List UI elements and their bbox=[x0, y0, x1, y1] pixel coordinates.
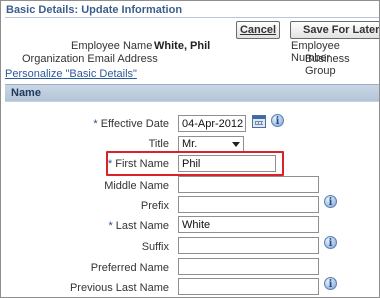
page-title: Basic Details: Update Information bbox=[6, 4, 183, 16]
required-marker: * bbox=[107, 158, 113, 170]
required-marker: * bbox=[108, 220, 113, 232]
employee-name-value: White, Phil bbox=[154, 40, 211, 52]
last-name-label: * Last Name bbox=[1, 220, 169, 232]
effective-date-input[interactable]: 04-Apr-2012 bbox=[178, 115, 246, 132]
preferred-name-input[interactable] bbox=[178, 258, 319, 275]
effective-date-label: * Effective Date bbox=[1, 118, 169, 130]
prefix-input[interactable] bbox=[178, 196, 319, 213]
previous-last-name-input[interactable] bbox=[178, 278, 319, 295]
employee-name-label: Employee Name bbox=[71, 40, 153, 52]
required-marker: * bbox=[93, 118, 98, 130]
info-icon[interactable]: i bbox=[324, 236, 337, 249]
middle-name-input[interactable] bbox=[178, 176, 319, 193]
effective-date-label-text: Effective Date bbox=[100, 118, 169, 130]
title-divider bbox=[5, 17, 379, 18]
last-name-input[interactable]: White bbox=[178, 216, 319, 233]
first-name-input[interactable]: Phil bbox=[178, 155, 276, 172]
info-icon[interactable]: i bbox=[324, 277, 337, 290]
first-name-label: * First Name bbox=[1, 158, 169, 170]
org-email-label: Organization Email Address bbox=[22, 53, 158, 65]
title-select-value: Mr. bbox=[182, 138, 198, 150]
cancel-button-label: Cancel bbox=[239, 24, 277, 36]
suffix-input[interactable] bbox=[178, 237, 319, 254]
personalize-basic-details-link[interactable]: Personalize "Basic Details" bbox=[5, 68, 137, 80]
first-name-label-text: First Name bbox=[115, 158, 169, 170]
chevron-down-icon bbox=[232, 142, 240, 147]
business-group-label: Business Group bbox=[305, 53, 350, 77]
previous-last-name-label: Previous Last Name bbox=[69, 282, 169, 294]
middle-name-label: Middle Name bbox=[104, 180, 169, 192]
title-label: Title bbox=[148, 138, 169, 150]
save-for-later-button[interactable]: Save For Later bbox=[290, 21, 379, 39]
section-header-name: Name bbox=[5, 84, 379, 101]
suffix-label: Suffix bbox=[141, 241, 169, 253]
preferred-name-label: Preferred Name bbox=[90, 262, 169, 274]
info-icon[interactable]: i bbox=[324, 195, 337, 208]
info-icon[interactable]: i bbox=[271, 114, 284, 127]
cancel-button[interactable]: Cancel bbox=[236, 21, 280, 39]
section-divider bbox=[5, 101, 379, 102]
title-select[interactable]: Mr. bbox=[178, 136, 244, 152]
page-frame: Basic Details: Update Information Cancel… bbox=[0, 0, 380, 298]
prefix-label: Prefix bbox=[140, 200, 169, 212]
last-name-label-text: Last Name bbox=[115, 220, 169, 232]
calendar-icon[interactable] bbox=[252, 115, 266, 128]
